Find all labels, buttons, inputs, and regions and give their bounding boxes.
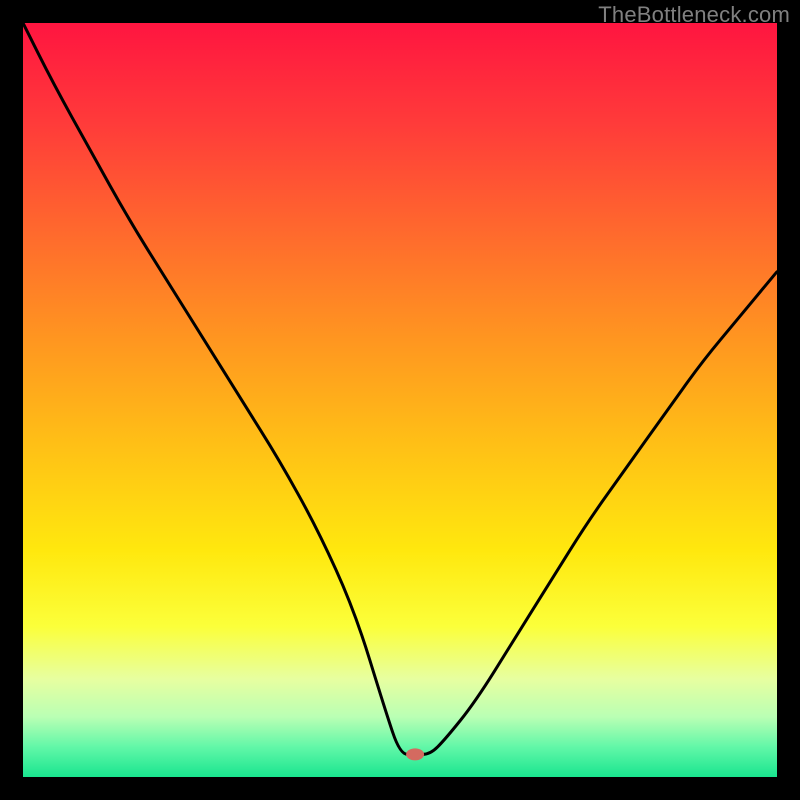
- plot-frame: [23, 23, 777, 777]
- gradient-background: [23, 23, 777, 777]
- chart-container: TheBottleneck.com: [0, 0, 800, 800]
- marker-dot: [406, 748, 424, 760]
- bottleneck-chart: [23, 23, 777, 777]
- watermark-text: TheBottleneck.com: [598, 2, 790, 28]
